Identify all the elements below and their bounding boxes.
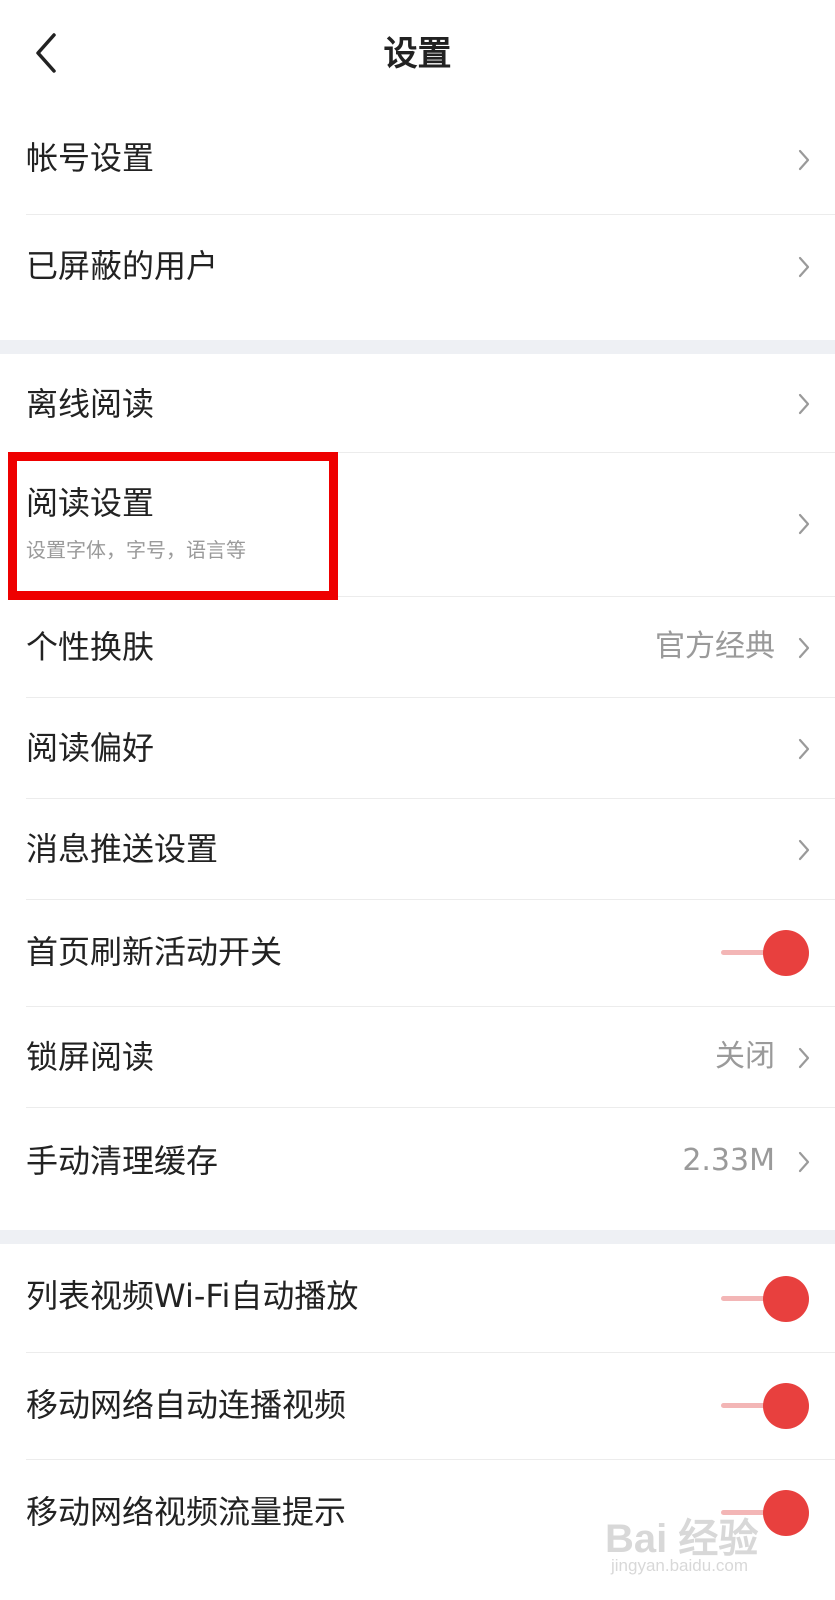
chevron-right-icon (798, 513, 810, 535)
settings-group-video: 列表视频Wi-Fi自动播放 移动网络自动连播视频 移动网络视频流量提示 (0, 1244, 835, 1600)
toggle-knob (763, 1383, 809, 1429)
row-label: 消息推送设置 (26, 830, 219, 868)
row-label: 阅读偏好 (26, 729, 155, 767)
row-value: 2.33M (682, 1143, 775, 1178)
chevron-right-icon (798, 1151, 810, 1173)
toggle-knob (763, 930, 809, 976)
chevron-right-icon (798, 256, 810, 278)
row-label: 移动网络视频流量提示 (26, 1493, 347, 1531)
settings-row-home-refresh-activity: 首页刷新活动开关 (0, 900, 835, 1006)
settings-row-account[interactable]: 帐号设置 (0, 110, 835, 214)
settings-row-reading-preference[interactable]: 阅读偏好 (0, 698, 835, 798)
chevron-right-icon (798, 149, 810, 171)
settings-row-clear-cache[interactable]: 手动清理缓存 2.33M (0, 1108, 835, 1230)
settings-group-account: 帐号设置 已屏蔽的用户 (0, 110, 835, 340)
row-value: 官方经典 (655, 629, 775, 664)
row-label: 列表视频Wi-Fi自动播放 (26, 1277, 359, 1315)
section-gap (0, 340, 835, 354)
mobile-autoplay-toggle[interactable] (721, 1381, 809, 1431)
home-refresh-toggle[interactable] (721, 928, 809, 978)
page-title: 设置 (383, 34, 452, 74)
settings-row-lockscreen-reading[interactable]: 锁屏阅读 关闭 (0, 1007, 835, 1107)
row-label: 离线阅读 (26, 385, 155, 423)
section-gap (0, 1230, 835, 1244)
settings-row-blocked-users[interactable]: 已屏蔽的用户 (0, 215, 835, 319)
row-label: 阅读设置 (26, 484, 155, 522)
settings-row-skin[interactable]: 个性换肤 官方经典 (0, 597, 835, 697)
row-label: 移动网络自动连播视频 (26, 1386, 347, 1424)
settings-row-push-notifications[interactable]: 消息推送设置 (0, 799, 835, 899)
row-sublabel: 设置字体，字号，语言等 (26, 538, 246, 562)
data-usage-alert-toggle[interactable] (721, 1488, 809, 1538)
settings-row-data-usage-alert: 移动网络视频流量提示 (0, 1460, 835, 1566)
row-label: 首页刷新活动开关 (26, 933, 283, 971)
chevron-right-icon (798, 1047, 810, 1069)
settings-row-offline-reading[interactable]: 离线阅读 (0, 354, 835, 452)
row-label: 个性换肤 (26, 628, 155, 666)
settings-row-reading-settings[interactable]: 阅读设置 设置字体，字号，语言等 (0, 453, 835, 596)
header-bar: 设置 (0, 0, 835, 110)
toggle-knob (763, 1490, 809, 1536)
settings-row-wifi-autoplay: 列表视频Wi-Fi自动播放 (0, 1244, 835, 1350)
chevron-right-icon (798, 839, 810, 861)
toggle-knob (763, 1276, 809, 1322)
row-value: 关闭 (715, 1039, 775, 1074)
chevron-right-icon (798, 393, 810, 415)
chevron-right-icon (798, 637, 810, 659)
row-label: 锁屏阅读 (26, 1038, 155, 1076)
wifi-autoplay-toggle[interactable] (721, 1274, 809, 1324)
row-label: 帐号设置 (26, 139, 155, 177)
settings-group-reading: 离线阅读 阅读设置 设置字体，字号，语言等 个性换肤 官方经典 阅读偏好 消息推… (0, 354, 835, 1230)
chevron-right-icon (798, 738, 810, 760)
settings-row-mobile-autoplay: 移动网络自动连播视频 (0, 1353, 835, 1459)
row-label: 已屏蔽的用户 (26, 247, 219, 285)
row-label: 手动清理缓存 (26, 1142, 219, 1180)
